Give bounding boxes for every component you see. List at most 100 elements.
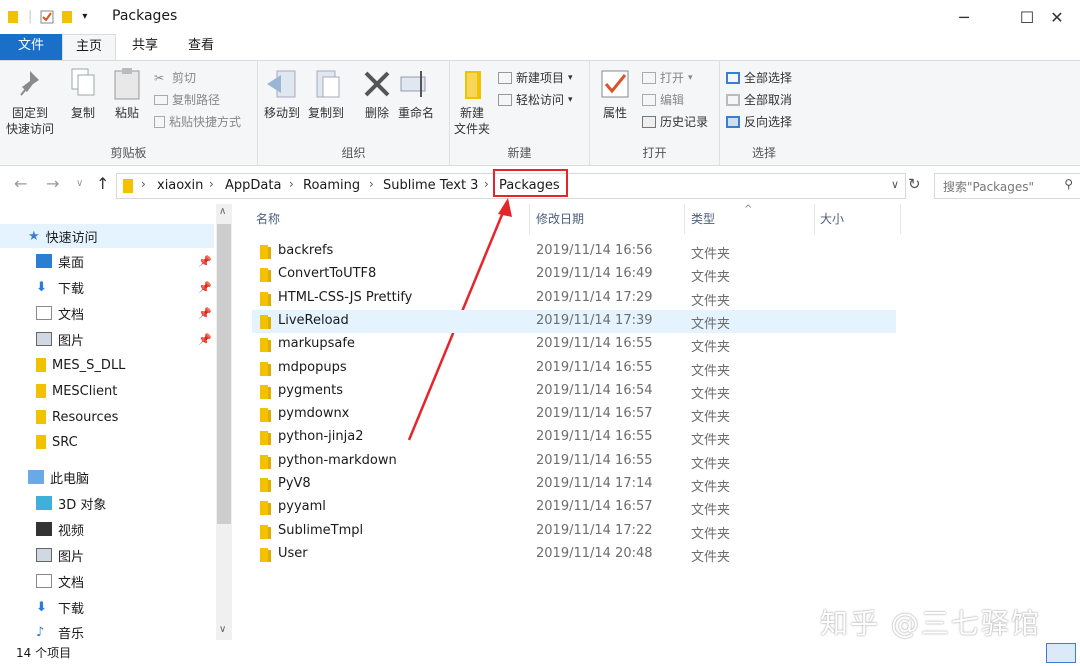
column-divider[interactable] [814,204,815,234]
file-row[interactable]: LiveReload 2019/11/14 17:39 文件夹 [252,309,896,333]
nav-item-folder[interactable]: Resources [36,405,214,429]
copy-icon [71,68,95,96]
nav-quick-access[interactable]: ★ 快速访问 [0,224,214,248]
up-arrow-icon[interactable]: ↑ [96,174,109,193]
breadcrumb-item[interactable]: AppData [225,178,281,193]
column-divider[interactable] [684,204,685,234]
download-icon: ⬇ [36,600,47,615]
column-header-date[interactable]: 修改日期 [536,210,584,227]
customize-toolbar-icon[interactable]: ▾ [82,11,87,22]
paste-button[interactable]: 粘贴 [110,67,144,121]
new-folder-button[interactable]: 新建 文件夹 [454,67,490,137]
column-header-size[interactable]: 大小 [820,210,844,227]
column-header-type[interactable]: 类型 [691,210,715,227]
tab-home[interactable]: 主页 [62,34,116,60]
recent-locations-icon[interactable]: ∨ [76,178,83,189]
column-header-name[interactable]: 名称 [256,210,280,227]
tab-file[interactable]: 文件 [0,34,62,60]
nav-item-folder[interactable]: SRC [36,430,214,454]
new-folder-icon[interactable] [62,10,74,24]
refresh-icon[interactable]: ↻ [908,175,921,193]
nav-item-documents[interactable]: 文档 [36,569,214,593]
open-button[interactable]: 打开 ▾ [642,69,693,86]
cut-button[interactable]: ✂ 剪切 [154,69,196,86]
file-row[interactable]: SublimeTmpl 2019/11/14 17:22 文件夹 [252,520,896,543]
scroll-down-icon[interactable]: ∨ [219,624,226,635]
dropdown-arrow-icon: ▾ [688,72,693,83]
address-dropdown-icon[interactable]: ∨ [891,178,899,191]
nav-item-videos[interactable]: 视频 [36,517,214,541]
delete-button[interactable]: 删除 [360,67,394,121]
details-view-icon[interactable] [1046,643,1076,663]
invert-selection-button[interactable]: 反向选择 [726,113,792,130]
nav-scrollbar-thumb[interactable] [217,224,231,524]
scroll-up-icon[interactable]: ∧ [219,206,226,217]
close-button[interactable]: ✕ [1034,0,1080,34]
nav-item-pictures[interactable]: 图片 [36,543,214,567]
nav-item-downloads[interactable]: ⬇ 下载 [36,595,214,619]
move-to-button[interactable]: 移动到 [264,67,300,121]
invert-selection-icon [726,115,740,128]
folder-icon [260,245,271,259]
nav-item-3d-objects[interactable]: 3D 对象 [36,491,214,515]
file-row[interactable]: ConvertToUTF8 2019/11/14 16:49 文件夹 [252,263,896,286]
nav-item-downloads[interactable]: ⬇ 下载 📌 [36,275,214,299]
rename-button[interactable]: 重命名 [398,67,434,121]
file-row[interactable]: pygments 2019/11/14 16:54 文件夹 [252,380,896,403]
forward-arrow-icon[interactable]: → [46,174,59,193]
nav-item-folder[interactable]: MES_S_DLL [36,353,214,377]
select-all-button[interactable]: 全部选择 [726,69,792,86]
file-date: 2019/11/14 17:22 [536,522,653,538]
delete-label: 删除 [364,106,389,120]
nav-item-documents[interactable]: 文档 📌 [36,301,214,325]
file-type: 文件夹 [691,270,731,286]
folder-icon [260,524,271,539]
copy-path-button[interactable]: 复制路径 [154,91,220,108]
file-row[interactable]: HTML-CSS-JS Prettify 2019/11/14 17:29 文件夹 [252,287,896,310]
new-item-button[interactable]: 新建项目 ▾ [498,69,573,86]
paste-shortcut-button[interactable]: 粘贴快捷方式 [154,113,241,130]
ribbon: 固定到 快速访问 复制 粘贴 ✂ 剪切 复制路径 粘贴快捷方式 剪贴板 移动到 复… [0,60,1080,166]
properties-button[interactable]: 属性 [598,67,632,121]
breadcrumb-item[interactable]: Roaming [303,178,360,193]
breadcrumb-item[interactable]: xiaoxin [157,178,203,193]
copy-button[interactable]: 复制 [66,67,100,121]
column-divider[interactable] [900,204,901,234]
pin-icon[interactable]: 📌 [198,281,212,294]
tab-view[interactable]: 查看 [174,34,228,60]
file-name: pygments [278,382,343,398]
file-row[interactable]: mdpopups 2019/11/14 16:55 文件夹 [252,357,896,380]
back-arrow-icon[interactable]: ← [14,174,27,193]
pictures-icon [36,548,52,562]
sort-ascending-icon: ^ [744,204,753,215]
file-row[interactable]: backrefs 2019/11/14 16:56 文件夹 [252,240,896,263]
pin-icon[interactable]: 📌 [198,333,212,346]
file-row[interactable]: pyyaml 2019/11/14 16:57 文件夹 [252,496,896,519]
select-none-button[interactable]: 全部取消 [726,91,792,108]
file-row[interactable]: python-jinja2 2019/11/14 16:55 文件夹 [252,426,896,449]
properties-icon[interactable] [40,10,54,24]
breadcrumb-item[interactable]: Sublime Text 3 [383,178,478,193]
pin-quick-access-button[interactable]: 固定到 快速访问 [6,67,54,137]
open-group: 属性 打开 ▾ 编辑 历史记录 打开 [590,61,720,165]
pin-icon[interactable]: 📌 [198,307,212,320]
easy-access-button[interactable]: 轻松访问 ▾ [498,91,573,108]
nav-item-pictures[interactable]: 图片 📌 [36,327,214,351]
nav-item-desktop[interactable]: 桌面 📌 [36,249,214,273]
search-input[interactable]: 搜索"Packages" ⚲ [934,173,1080,199]
file-row[interactable]: PyV8 2019/11/14 17:14 文件夹 [252,473,896,496]
minimize-button[interactable]: ─ [941,0,987,34]
nav-this-pc[interactable]: 此电脑 [28,465,214,489]
file-name: pyyaml [278,499,326,515]
file-row[interactable]: python-markdown 2019/11/14 16:55 文件夹 [252,450,896,473]
file-row[interactable]: markupsafe 2019/11/14 16:55 文件夹 [252,333,896,356]
pin-icon[interactable]: 📌 [198,255,212,268]
tab-share[interactable]: 共享 [118,34,172,60]
edit-button[interactable]: 编辑 [642,91,684,108]
file-row[interactable]: pymdownx 2019/11/14 16:57 文件夹 [252,403,896,426]
history-button[interactable]: 历史记录 [642,113,708,130]
copy-to-button[interactable]: 复制到 [308,67,344,121]
file-row[interactable]: User 2019/11/14 20:48 文件夹 [252,543,896,566]
column-divider[interactable] [529,204,530,234]
nav-item-folder[interactable]: MESClient [36,379,214,403]
